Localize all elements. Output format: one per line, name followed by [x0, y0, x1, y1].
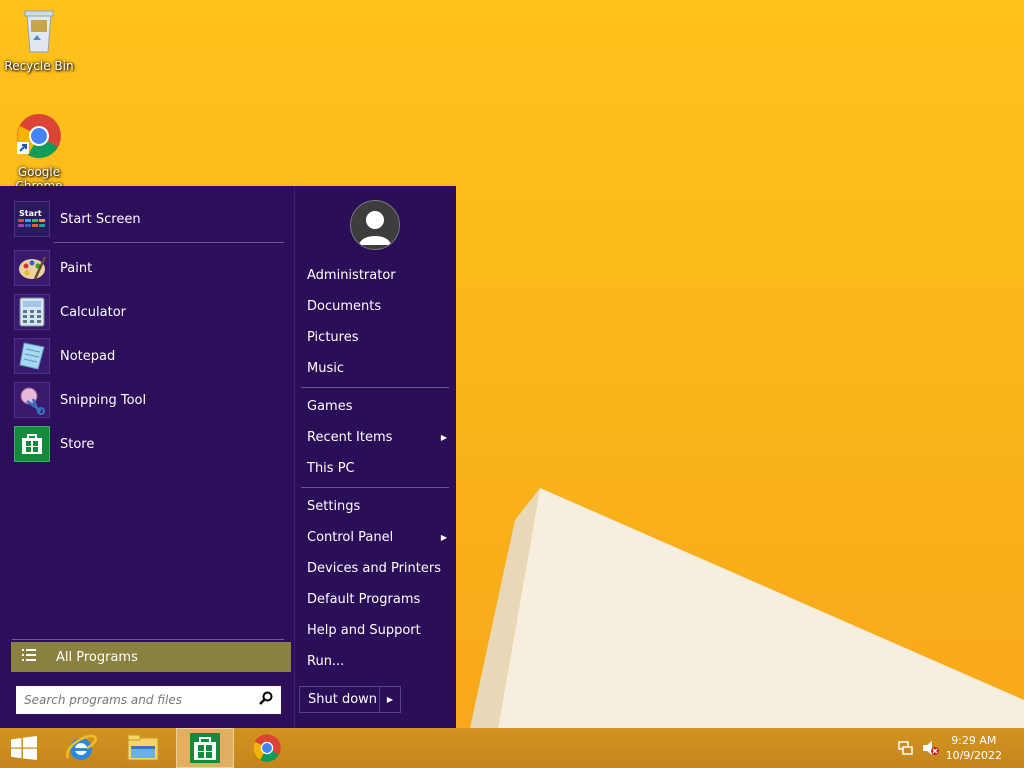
- search-box: [16, 686, 281, 714]
- file-explorer-icon: [127, 734, 159, 761]
- taskbar-clock[interactable]: 9:29 AM 10/9/2022: [946, 733, 1002, 763]
- list-icon: [22, 649, 36, 665]
- divider: [12, 639, 284, 640]
- menu-item-label: Control Panel: [307, 530, 394, 545]
- calculator-icon: [14, 294, 50, 330]
- calculator-label: Calculator: [60, 304, 127, 320]
- user-avatar[interactable]: [350, 200, 400, 250]
- store-icon: [14, 426, 50, 462]
- recycle-bin-label: Recycle Bin: [4, 59, 74, 73]
- chrome-icon: [253, 734, 281, 762]
- menu-item-label: Administrator: [307, 268, 396, 283]
- snipping-tool-label: Snipping Tool: [60, 392, 147, 408]
- store-label: Store: [60, 436, 95, 452]
- paint-label: Paint: [60, 260, 93, 276]
- menu-item-run[interactable]: Run...: [307, 650, 451, 674]
- menu-item-control-panel[interactable]: Control Panel ▶: [307, 526, 451, 550]
- menu-item-label: Documents: [307, 299, 382, 314]
- shutdown-button-group: Shut down ▶: [299, 686, 401, 713]
- menu-item-label: Help and Support: [307, 623, 421, 638]
- network-icon[interactable]: [898, 740, 914, 760]
- search-input[interactable]: [22, 688, 259, 712]
- menu-item-label: Games: [307, 399, 353, 414]
- submenu-arrow-icon: ▶: [440, 533, 447, 542]
- submenu-arrow-icon: ▶: [440, 433, 447, 442]
- program-item-notepad[interactable]: Notepad: [14, 337, 289, 375]
- user-icon: [359, 211, 391, 245]
- program-item-paint[interactable]: Paint: [14, 249, 289, 287]
- divider: [301, 487, 449, 488]
- volume-muted-icon[interactable]: [922, 740, 940, 760]
- recycle-bin-icon: [24, 10, 54, 53]
- menu-item-default-programs[interactable]: Default Programs: [307, 588, 451, 612]
- start-menu-programs-pane: Start Start Screen Paint Calculator Note…: [0, 186, 294, 728]
- menu-item-settings[interactable]: Settings: [307, 495, 451, 519]
- menu-item-recent-items[interactable]: Recent Items ▶: [307, 426, 451, 450]
- menu-item-label: Run...: [307, 654, 345, 669]
- google-chrome-desktop-icon[interactable]: Google Chrome: [1, 112, 77, 193]
- snipping-tool-icon: [14, 382, 50, 418]
- clock-date: 10/9/2022: [945, 749, 1002, 762]
- start-screen-icon: Start: [14, 201, 50, 237]
- clock-time: 9:29 AM: [951, 734, 997, 747]
- start-button[interactable]: [0, 728, 48, 768]
- recycle-bin-desktop-icon[interactable]: Recycle Bin: [1, 6, 77, 73]
- program-item-snipping-tool[interactable]: Snipping Tool: [14, 381, 289, 419]
- search-icon[interactable]: [259, 691, 273, 709]
- windows-logo-icon: [11, 736, 37, 760]
- notepad-label: Notepad: [60, 348, 116, 364]
- paint-icon: [14, 250, 50, 286]
- chrome-icon: [17, 114, 61, 158]
- divider: [54, 242, 284, 243]
- menu-item-music[interactable]: Music: [307, 357, 451, 381]
- notepad-icon: [14, 338, 50, 374]
- menu-item-label: Pictures: [307, 330, 359, 345]
- start-screen-label: Start Screen: [60, 211, 141, 227]
- taskbar-store[interactable]: [176, 728, 234, 768]
- taskbar: 9:29 AM 10/9/2022: [0, 728, 1024, 768]
- menu-item-help-and-support[interactable]: Help and Support: [307, 619, 451, 643]
- start-screen-icon-text: Start: [19, 208, 42, 218]
- shutdown-options-arrow-icon[interactable]: ▶: [379, 687, 400, 712]
- shutdown-button[interactable]: Shut down: [300, 692, 379, 707]
- menu-item-label: Settings: [307, 499, 361, 514]
- taskbar-google-chrome[interactable]: [238, 728, 296, 768]
- internet-explorer-icon: [66, 734, 97, 760]
- menu-item-pictures[interactable]: Pictures: [307, 326, 451, 350]
- menu-item-administrator[interactable]: Administrator: [307, 264, 451, 288]
- menu-item-documents[interactable]: Documents: [307, 295, 451, 319]
- menu-item-label: Music: [307, 361, 344, 376]
- menu-item-label: Default Programs: [307, 592, 421, 607]
- all-programs-button[interactable]: All Programs: [11, 642, 291, 672]
- store-icon: [190, 733, 220, 763]
- start-menu: Start Start Screen Paint Calculator Note…: [0, 186, 456, 728]
- start-screen-item[interactable]: Start Start Screen: [14, 200, 289, 238]
- menu-item-games[interactable]: Games: [307, 395, 451, 419]
- menu-item-label: Devices and Printers: [307, 561, 441, 576]
- menu-item-label: This PC: [307, 461, 355, 476]
- menu-item-label: Recent Items: [307, 430, 393, 445]
- all-programs-label: All Programs: [56, 649, 138, 665]
- menu-item-this-pc[interactable]: This PC: [307, 457, 451, 481]
- menu-item-devices-and-printers[interactable]: Devices and Printers: [307, 557, 451, 581]
- divider: [301, 387, 449, 388]
- program-item-calculator[interactable]: Calculator: [14, 293, 289, 331]
- program-item-store[interactable]: Store: [14, 425, 289, 463]
- taskbar-internet-explorer[interactable]: [52, 728, 110, 768]
- taskbar-file-explorer[interactable]: [114, 728, 172, 768]
- start-menu-places-pane: Administrator Documents Pictures Music G…: [294, 186, 456, 728]
